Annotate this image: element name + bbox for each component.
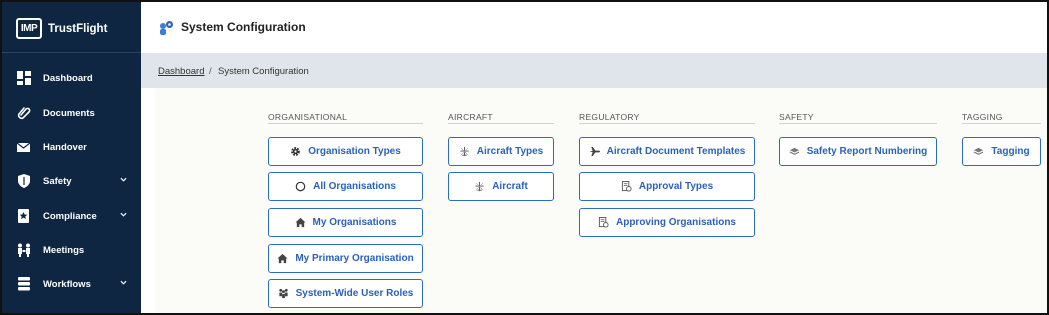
aircraft-types-button[interactable]: Aircraft Types <box>448 137 554 166</box>
dashboard-icon <box>17 71 31 85</box>
sidebar-item-label: Documents <box>43 107 95 119</box>
button-label: My Primary Organisation <box>295 253 414 264</box>
all-organisations-button[interactable]: All Organisations <box>268 172 423 201</box>
aircraft-icon <box>474 181 485 192</box>
sidebar-item-workflows[interactable]: Workflows <box>2 267 141 301</box>
shield-icon <box>17 174 31 188</box>
button-label: All Organisations <box>313 181 396 192</box>
breadcrumb-dashboard-link[interactable]: Dashboard <box>158 66 204 77</box>
approving-organisations-button[interactable]: Approving Organisations <box>579 208 755 237</box>
envelope-icon <box>17 140 31 154</box>
sidebar-item-label: Compliance <box>43 210 97 222</box>
my-organisations-button[interactable]: My Organisations <box>268 208 423 237</box>
chevron-down-icon <box>120 280 127 285</box>
section-heading-regulatory: REGULATORY <box>579 112 640 122</box>
button-label: My Organisations <box>312 217 397 228</box>
gear-icon <box>290 146 301 157</box>
sidebar-divider <box>2 52 141 53</box>
sidebar-item-meetings[interactable]: Meetings <box>2 233 141 267</box>
sidebar-item-label: Safety <box>43 175 72 187</box>
button-label: Safety Report Numbering <box>806 146 928 157</box>
circle-icon <box>295 181 306 192</box>
sidebar-item-label: Meetings <box>43 244 85 256</box>
button-label: Aircraft Document Templates <box>606 146 746 157</box>
page-title: System Configuration <box>181 20 306 34</box>
breadcrumb-current: System Configuration <box>218 66 309 77</box>
button-label: Approval Types <box>638 181 714 192</box>
sidebar-item-dashboard[interactable]: Dashboard <box>2 61 141 95</box>
paperclip-icon <box>17 106 31 120</box>
aircraft-document-templates-button[interactable]: Aircraft Document Templates <box>579 137 755 166</box>
chevron-down-icon <box>120 212 127 217</box>
system-wide-user-roles-button[interactable]: System-Wide User Roles <box>268 279 423 308</box>
sidebar-item-documents[interactable]: Documents <box>2 96 141 130</box>
aircraft-button[interactable]: Aircraft <box>448 172 554 201</box>
app-window: IMP TrustFlight Dashboard Documents Hand… <box>0 0 1049 315</box>
sidebar-item-label: Workflows <box>43 278 91 290</box>
layers-icon <box>973 146 984 157</box>
button-label: Organisation Types <box>308 146 401 157</box>
header: System Configuration <box>141 2 1047 53</box>
sidebar-item-handover[interactable]: Handover <box>2 130 141 164</box>
button-label: Tagging <box>991 146 1030 157</box>
organisation-types-button[interactable]: Organisation Types <box>268 137 423 166</box>
section-divider <box>268 123 423 124</box>
brand[interactable]: IMP TrustFlight <box>16 18 107 39</box>
button-label: Aircraft Types <box>476 146 544 157</box>
sidebar: IMP TrustFlight Dashboard Documents Hand… <box>2 2 141 313</box>
document-check-icon <box>621 181 632 192</box>
tagging-button[interactable]: Tagging <box>962 137 1041 166</box>
section-divider <box>448 123 554 124</box>
user-roles-icon <box>278 288 289 299</box>
meetings-icon <box>17 243 31 257</box>
section-heading-aircraft: AIRCRAFT <box>448 112 493 122</box>
section-divider <box>779 123 937 124</box>
breadcrumb-separator: / <box>209 66 212 77</box>
section-divider <box>579 123 755 124</box>
section-divider <box>962 123 1041 124</box>
layers-icon <box>789 146 800 157</box>
approval-types-button[interactable]: Approval Types <box>579 172 755 201</box>
plane-icon <box>589 146 600 157</box>
button-label: Approving Organisations <box>615 217 736 228</box>
my-primary-organisation-button[interactable]: My Primary Organisation <box>268 244 423 273</box>
section-heading-tagging: TAGGING <box>962 112 1003 122</box>
safety-report-numbering-button[interactable]: Safety Report Numbering <box>779 137 937 166</box>
document-check-icon <box>598 217 609 228</box>
workflow-icon <box>17 277 31 291</box>
breadcrumb: Dashboard / System Configuration <box>141 53 1047 88</box>
button-label: System-Wide User Roles <box>295 288 414 299</box>
imp-logo: IMP <box>16 18 42 39</box>
settings-user-icon <box>160 21 173 35</box>
home-icon <box>295 217 306 228</box>
sidebar-item-label: Handover <box>43 141 87 153</box>
chevron-down-icon <box>120 177 127 182</box>
badge-icon <box>17 209 31 223</box>
aircraft-icon <box>459 146 470 157</box>
sidebar-item-compliance[interactable]: Compliance <box>2 199 141 233</box>
home-icon <box>277 253 288 264</box>
button-label: Aircraft <box>492 181 528 192</box>
brand-name: TrustFlight <box>48 22 108 35</box>
sidebar-item-safety[interactable]: Safety <box>2 164 141 198</box>
section-heading-safety: SAFETY <box>779 112 814 122</box>
section-heading-organisational: ORGANISATIONAL <box>268 112 348 122</box>
sidebar-item-label: Dashboard <box>43 72 93 84</box>
